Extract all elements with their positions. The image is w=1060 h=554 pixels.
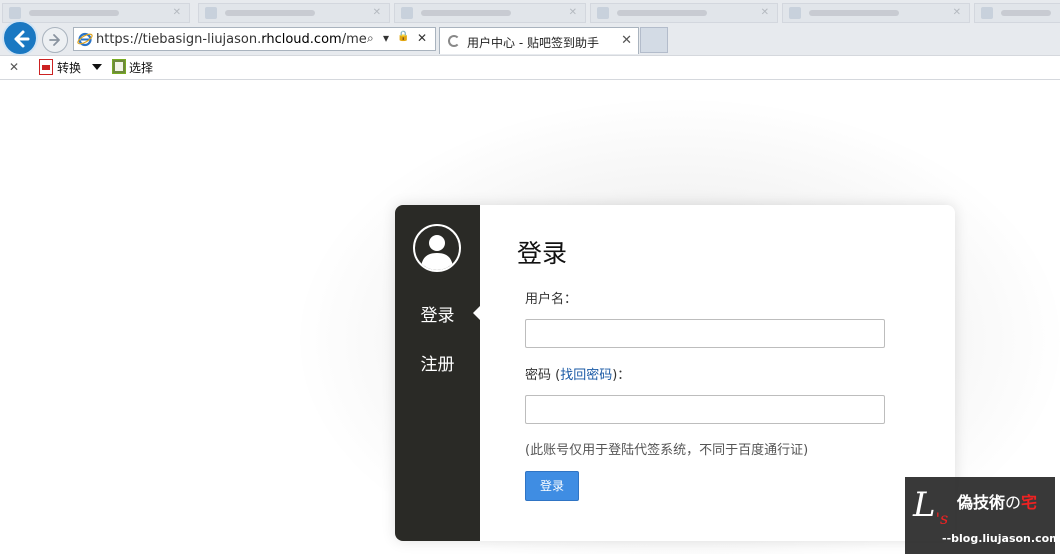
watermark-logo: L's bbox=[913, 485, 948, 528]
background-tab-strip: ✕ ✕ ✕ ✕ ✕ bbox=[0, 0, 1060, 26]
watermark-title-2: の bbox=[1005, 493, 1022, 512]
watermark-title-3: 宅 bbox=[1021, 493, 1038, 512]
avatar bbox=[413, 224, 461, 272]
background-tab[interactable]: ✕ bbox=[394, 3, 586, 23]
watermark-logo-sub: 's bbox=[935, 508, 949, 528]
blurred-tab-title bbox=[225, 10, 315, 16]
username-input[interactable] bbox=[525, 319, 885, 348]
username-label: 用户名： bbox=[525, 292, 578, 307]
convert-button[interactable]: 转换 bbox=[57, 59, 81, 76]
page-title: 登录 bbox=[517, 239, 568, 268]
forward-button[interactable] bbox=[42, 27, 68, 53]
sidebar: 登录 注册 bbox=[395, 205, 480, 541]
login-form: 登录 用户名： 密码 (找回密码)： (此账号仅用于登陆代签系统，不同于百度通行… bbox=[480, 205, 955, 541]
chevron-down-icon[interactable]: ▾ bbox=[383, 31, 389, 45]
blurred-tab-title bbox=[617, 10, 707, 16]
tab-favicon-icon bbox=[9, 7, 21, 19]
forgot-password-link[interactable]: 找回密码 bbox=[560, 368, 612, 383]
ie-logo-icon bbox=[77, 32, 93, 47]
close-icon[interactable]: ✕ bbox=[761, 7, 769, 18]
back-button[interactable] bbox=[2, 20, 38, 56]
loading-icon bbox=[448, 35, 460, 47]
select-icon[interactable] bbox=[112, 59, 126, 74]
blurred-tab-title bbox=[421, 10, 511, 16]
close-icon[interactable]: ✕ bbox=[9, 60, 19, 74]
close-icon[interactable]: ✕ bbox=[953, 7, 961, 18]
active-tab[interactable]: 用户中心 - 贴吧签到助手 ✕ bbox=[439, 27, 639, 54]
address-bar[interactable]: https://tiebasign-liujason.rhcloud.com/m… bbox=[73, 27, 436, 51]
select-button[interactable]: 选择 bbox=[129, 59, 153, 76]
command-bar: ✕ 转换 选择 bbox=[0, 55, 1060, 80]
close-icon[interactable]: ✕ bbox=[569, 7, 577, 18]
lock-icon[interactable]: 🔒 bbox=[397, 31, 409, 42]
user-icon bbox=[421, 235, 453, 270]
pdf-convert-icon[interactable] bbox=[39, 59, 53, 75]
url-prefix: https://tiebasign-liujason. bbox=[96, 32, 262, 47]
sidebar-item-login[interactable]: 登录 bbox=[395, 301, 480, 326]
tab-favicon-icon bbox=[981, 7, 993, 19]
password-label-text: 密码 ( bbox=[525, 368, 561, 383]
close-icon[interactable]: ✕ bbox=[173, 7, 181, 18]
url-path: /membe bbox=[341, 32, 366, 47]
background-tab[interactable]: ✕ bbox=[782, 3, 970, 23]
tab-title: 用户中心 - 贴吧签到助手 bbox=[467, 36, 599, 50]
watermark-title-1: 偽技術 bbox=[957, 493, 1006, 512]
arrow-right-icon bbox=[49, 34, 60, 46]
blog-watermark: L's 偽技術の宅 --blog.liujason.com bbox=[905, 477, 1060, 554]
password-input[interactable] bbox=[525, 395, 885, 424]
page-content: 登录 注册 登录 用户名： 密码 (找回密码)： (此账号仅用于登陆代签系统，不… bbox=[0, 80, 1060, 554]
url-text: https://tiebasign-liujason.rhcloud.com/m… bbox=[96, 32, 366, 47]
login-button[interactable]: 登录 bbox=[525, 471, 579, 501]
chevron-down-icon[interactable] bbox=[92, 64, 102, 70]
sidebar-item-register[interactable]: 注册 bbox=[395, 350, 480, 375]
url-domain: rhcloud.com bbox=[261, 32, 342, 47]
tab-favicon-icon bbox=[789, 7, 801, 19]
watermark-logo-letter: L bbox=[913, 485, 936, 525]
arrow-left-icon bbox=[14, 30, 30, 48]
new-tab-button[interactable] bbox=[640, 27, 668, 53]
close-icon[interactable]: ✕ bbox=[373, 7, 381, 18]
password-label-suffix: )： bbox=[612, 368, 631, 383]
tab-favicon-icon bbox=[597, 7, 609, 19]
background-tab[interactable]: ✕ bbox=[590, 3, 778, 23]
watermark-site: --blog.liujason.com bbox=[942, 532, 1060, 545]
stop-icon[interactable]: ✕ bbox=[417, 31, 427, 45]
background-tab[interactable] bbox=[974, 3, 1060, 23]
blurred-tab-title bbox=[1001, 10, 1051, 16]
tab-favicon-icon bbox=[205, 7, 217, 19]
address-tools: ⌕ ▾ 🔒 ✕ bbox=[367, 31, 431, 47]
login-card: 登录 注册 登录 用户名： 密码 (找回密码)： (此账号仅用于登陆代签系统，不… bbox=[395, 205, 955, 541]
tab-favicon-icon bbox=[401, 7, 413, 19]
password-label: 密码 (找回密码)： bbox=[525, 364, 630, 383]
account-note: (此账号仅用于登陆代签系统，不同于百度通行证) bbox=[525, 443, 809, 458]
background-tab[interactable]: ✕ bbox=[198, 3, 390, 23]
watermark-title: 偽技術の宅 bbox=[957, 489, 1037, 513]
blurred-tab-title bbox=[809, 10, 899, 16]
close-icon[interactable]: ✕ bbox=[621, 33, 632, 48]
browser-chrome: ✕ ✕ ✕ ✕ ✕ https://tiebasign-liujason.rhc… bbox=[0, 0, 1060, 80]
search-icon[interactable]: ⌕ bbox=[367, 31, 374, 46]
blurred-tab-title bbox=[29, 10, 119, 16]
background-tab[interactable]: ✕ bbox=[2, 3, 190, 23]
